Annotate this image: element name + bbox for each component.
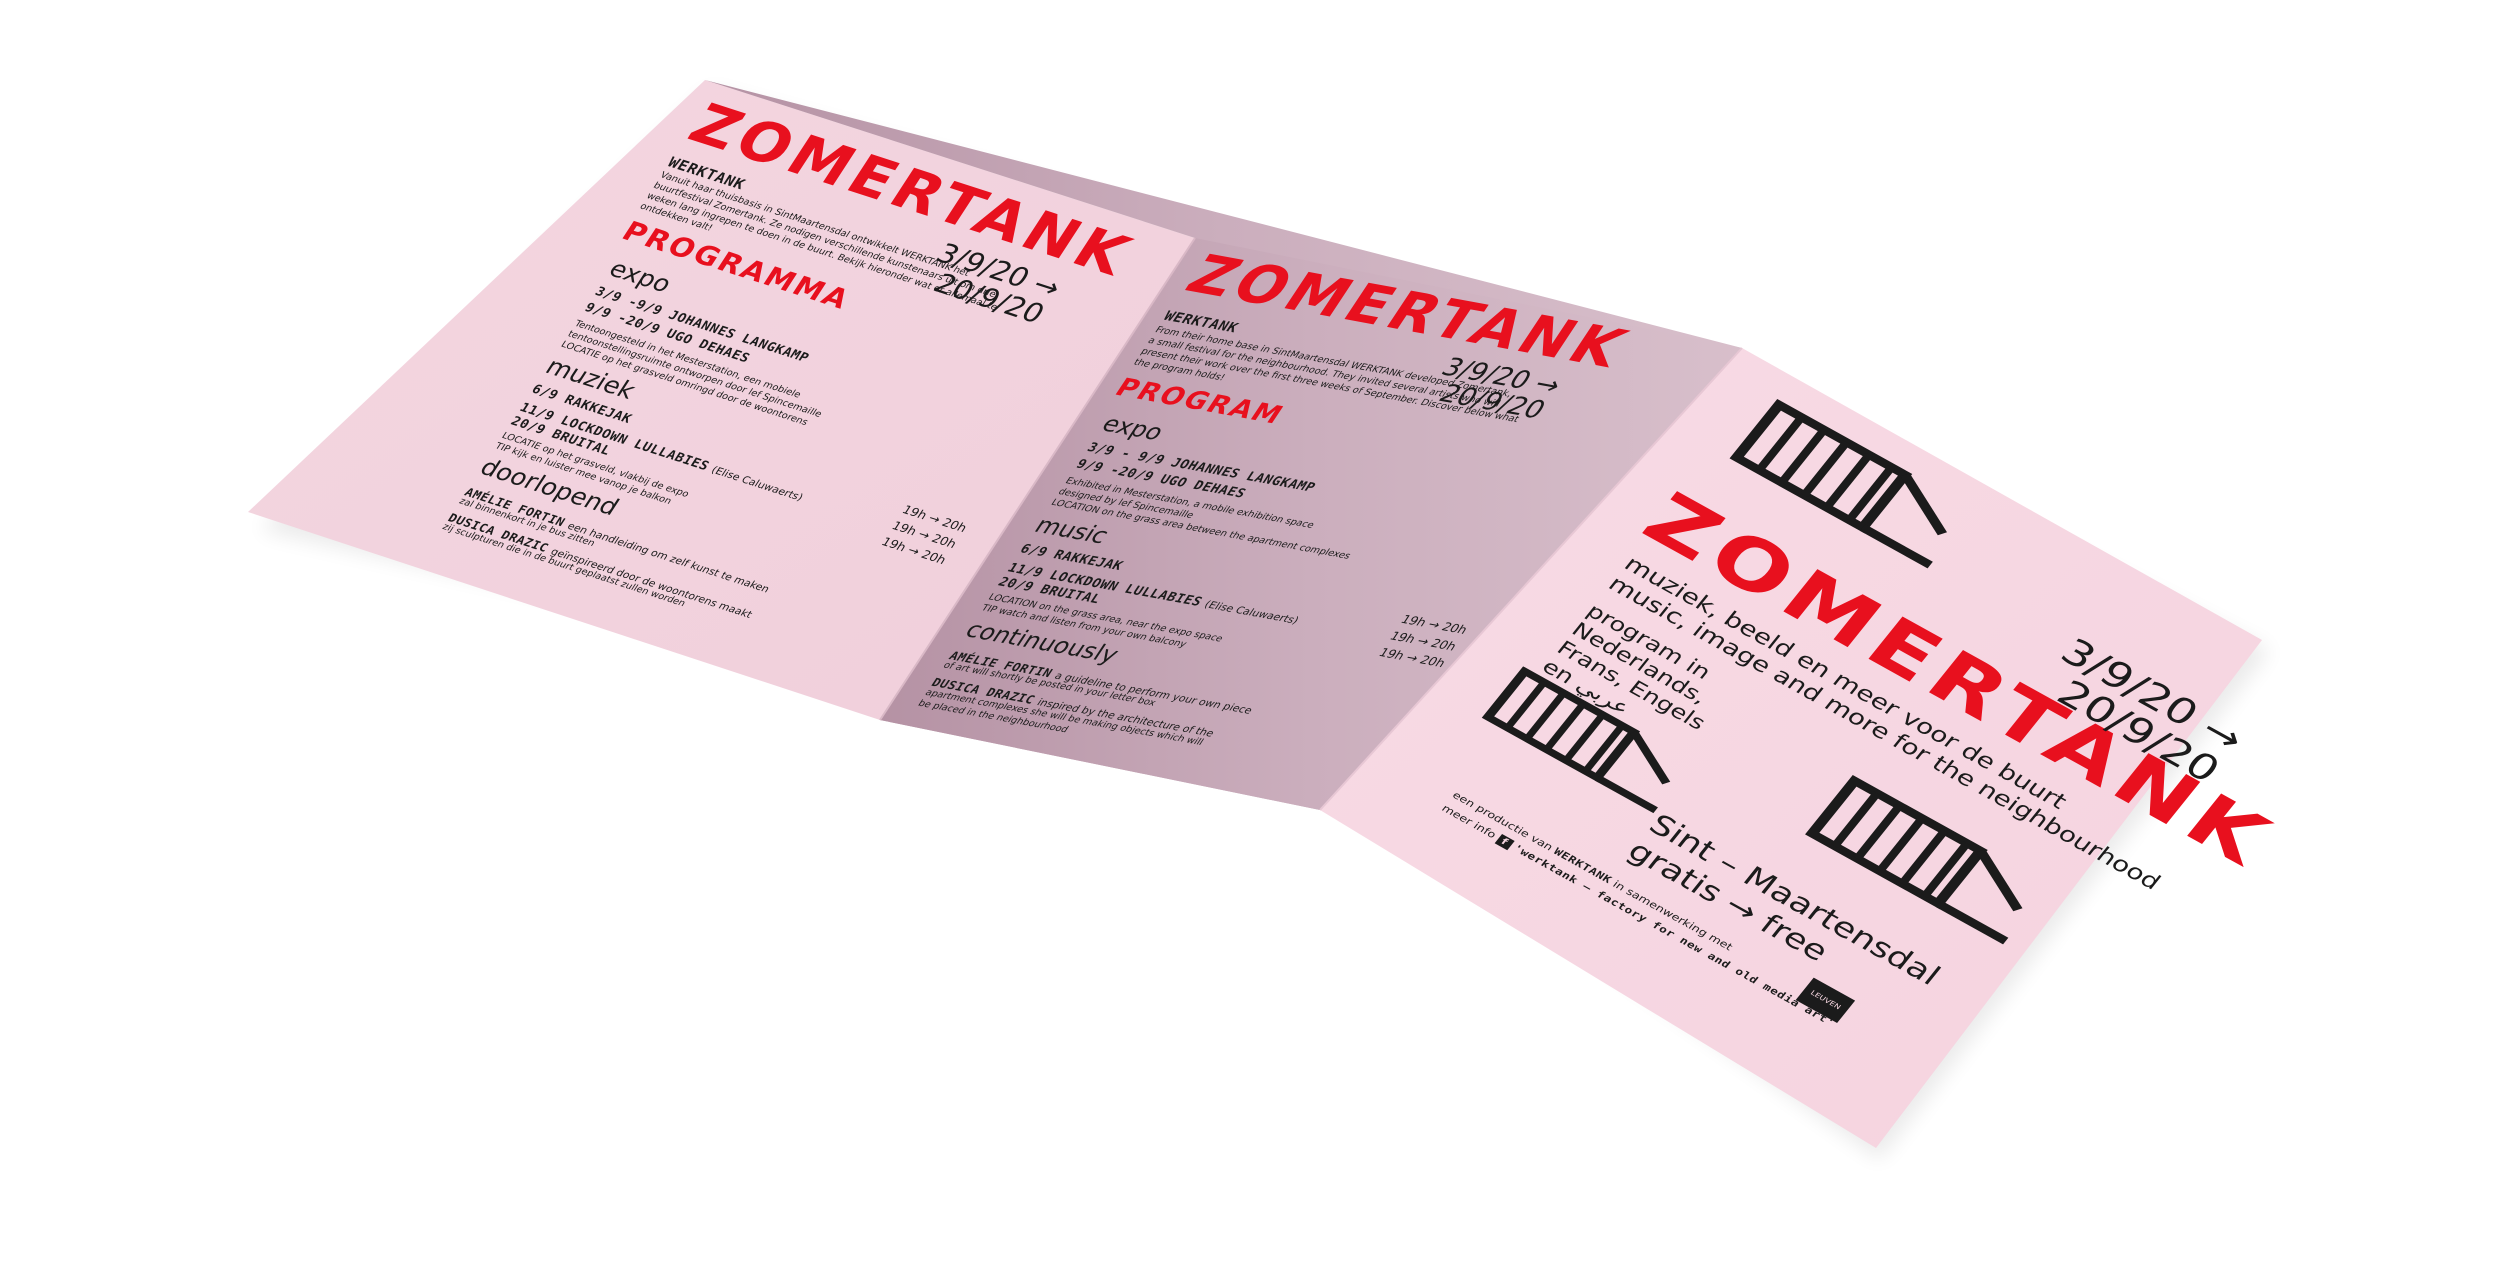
partner-logo: LEUVEN <box>1795 977 1856 1024</box>
facebook-icon: f <box>1494 833 1515 850</box>
left-times: 19h → 20h 19h → 20h 19h → 20h <box>877 502 970 570</box>
left-music-2-note: (Elise Caluwaerts) <box>708 463 806 504</box>
middle-music-2-note: (Elise Caluwaerts) <box>1201 598 1302 627</box>
middle-expo-label: expo <box>1096 410 1170 446</box>
middle-times: 19h → 20h 19h → 20h 19h → 20h <box>1374 612 1471 673</box>
photo-scene: ZOMERTANK 3/9/20 → 20/9/20 WERKTANK Vanu… <box>0 0 2500 1288</box>
